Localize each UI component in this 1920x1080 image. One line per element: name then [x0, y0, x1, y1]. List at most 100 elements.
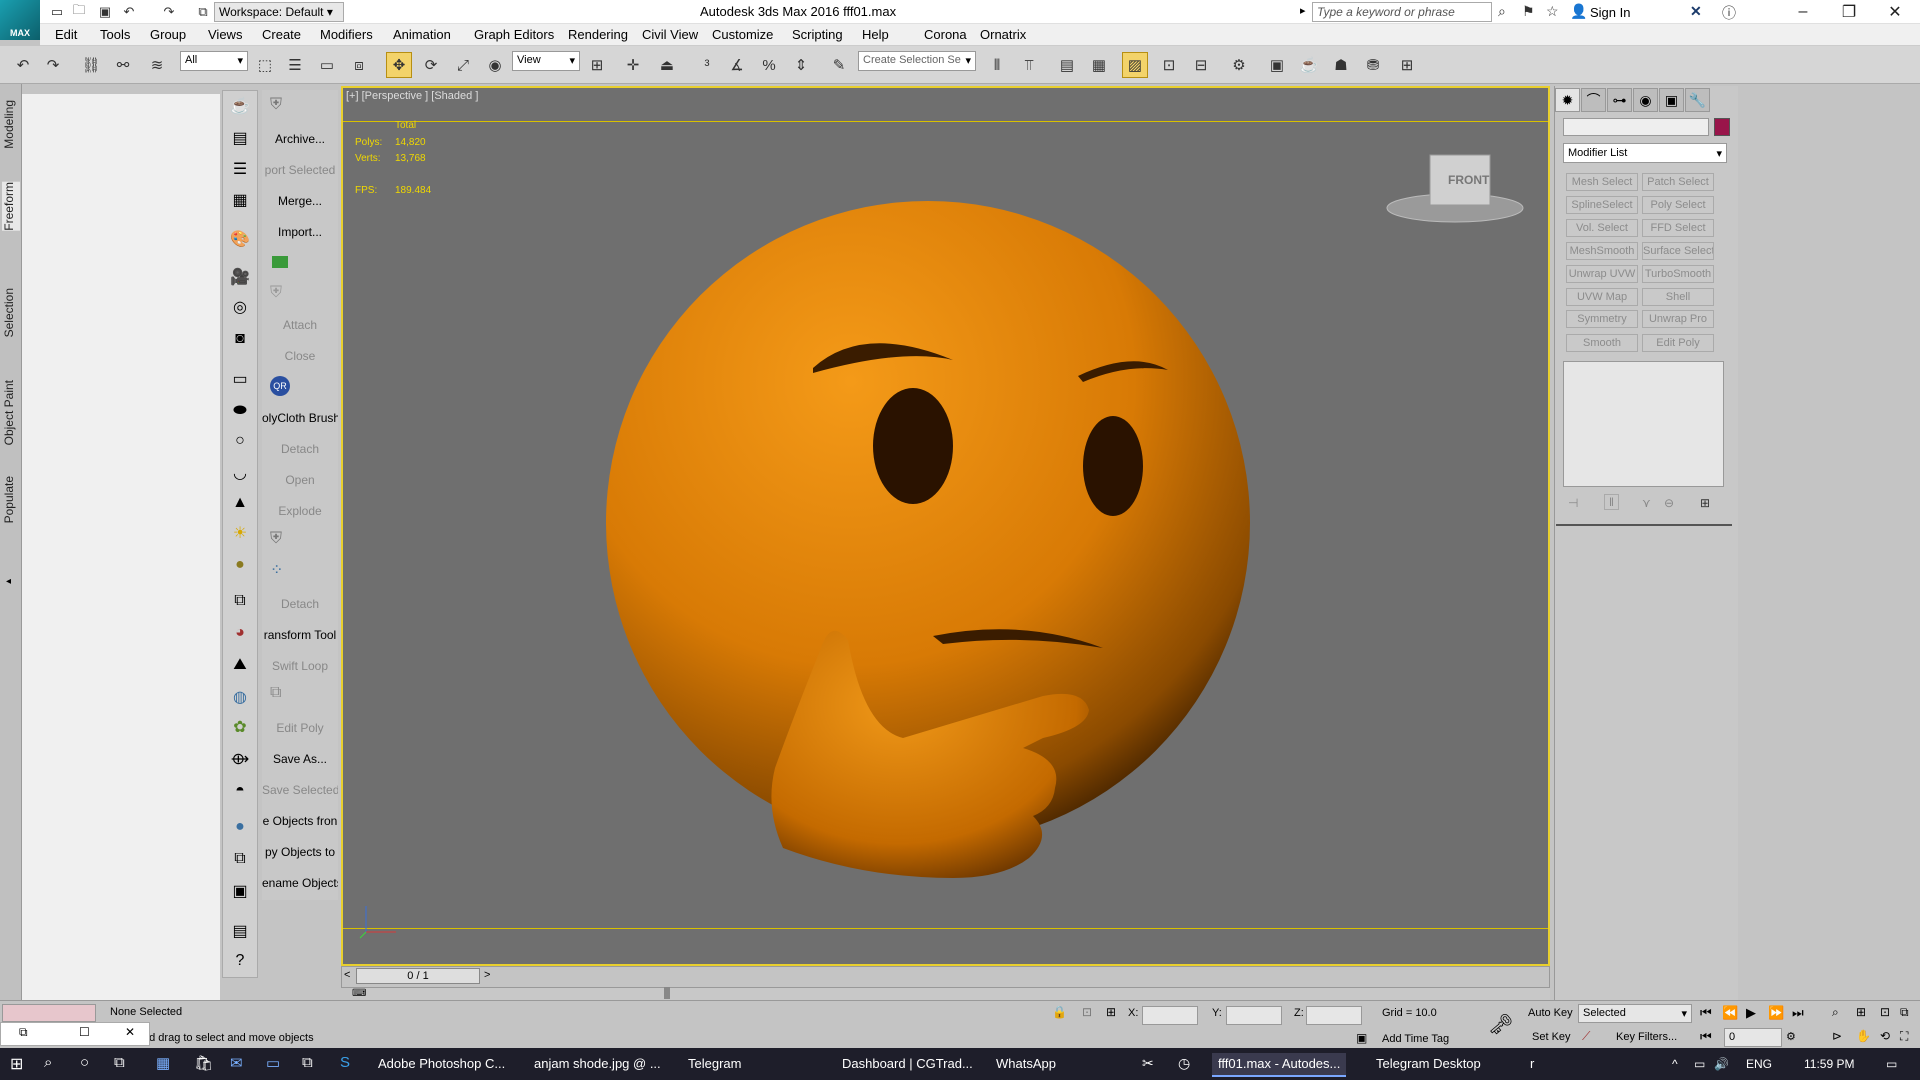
menu-modifiers[interactable]: Modifiers [320, 27, 373, 42]
ribbon-collapse-icon[interactable]: ◂ [6, 576, 11, 587]
z-coord-field[interactable] [1306, 1006, 1362, 1025]
minimize-button[interactable]: – [1780, 0, 1826, 24]
previous-frame-icon[interactable]: ⏪ [1722, 1005, 1738, 1021]
menu-tools[interactable]: Tools [100, 27, 130, 42]
sphere-icon[interactable]: ○ [229, 430, 251, 452]
viewcube[interactable] [1380, 150, 1530, 230]
select-and-rotate-icon[interactable]: ⟳ [418, 52, 444, 78]
command-explode[interactable]: Explode [262, 504, 338, 518]
teapot-icon[interactable]: ☕ [229, 95, 251, 117]
taskbar-anjam-shode[interactable]: anjam shode.jpg @ ... [528, 1053, 667, 1077]
command-swift-loop[interactable]: Swift Loop [262, 659, 338, 673]
isolate-icon[interactable]: ⊡ [1082, 1005, 1092, 1019]
grid-plane-icon[interactable]: ⧉ [229, 590, 251, 612]
tray-chevron-icon[interactable]: ^ [1672, 1057, 1678, 1071]
edit-named-selection-icon[interactable]: ✎ [826, 52, 852, 78]
scene-icon[interactable]: ▣ [229, 880, 251, 902]
configure-modifier-sets-icon[interactable]: ⊞ [1700, 496, 1710, 510]
window-crossing-icon[interactable]: ⧈ [346, 52, 372, 78]
ribbon-tab-freeform[interactable]: Freeform [2, 182, 20, 231]
ribbon-tab-object-paint[interactable]: Object Paint [2, 380, 20, 445]
modifier-list-dropdown[interactable]: Modifier List ▾ [1563, 143, 1727, 163]
geosphere-icon[interactable]: ● [229, 554, 251, 576]
material-ball-icon[interactable]: ◕ [229, 622, 251, 644]
modifier-symmetry-button[interactable]: Symmetry [1566, 310, 1638, 328]
modifier-uvw-map-button[interactable]: UVW Map [1566, 288, 1638, 306]
command-save-as[interactable]: Save As... [262, 752, 338, 766]
layer-manager-icon[interactable]: ▤ [1054, 52, 1080, 78]
tray-clock[interactable]: 11:59 PM [1804, 1057, 1854, 1071]
x-coord-field[interactable] [1142, 1006, 1198, 1025]
current-frame-field[interactable]: 0 [1724, 1028, 1782, 1047]
pivot-center-icon[interactable]: ⊞ [584, 52, 610, 78]
mountain-icon[interactable]: ⛰ [229, 654, 251, 676]
taskbar-dashboard-cgtrader[interactable]: Dashboard | CGTrad... [836, 1053, 979, 1077]
action-center-icon[interactable]: ▭ [1886, 1057, 1897, 1071]
lock-selection-icon[interactable]: 🔒 [1052, 1005, 1067, 1019]
auto-key-button[interactable]: Auto Key [1528, 1007, 1573, 1019]
select-object-icon[interactable]: ⬚ [252, 52, 278, 78]
render-icon[interactable]: ◙ [229, 328, 251, 350]
redo-icon[interactable]: ↷ [40, 52, 66, 78]
bowl-icon[interactable]: ◡ [229, 462, 251, 484]
keyboard-shortcut-toggle-icon[interactable]: ⏏ [654, 52, 680, 78]
taskbar-whatsapp[interactable]: WhatsApp [990, 1053, 1062, 1077]
list-icon[interactable]: ☰ [229, 158, 251, 180]
help-icon[interactable]: ? [229, 950, 251, 972]
command-copy-objects[interactable]: py Objects to [262, 845, 338, 859]
menu-customize[interactable]: Customize [712, 27, 773, 42]
modifier-poly-select-button[interactable]: Poly Select [1642, 196, 1714, 214]
maximize-viewport-icon[interactable]: ⛶ [1900, 1029, 1908, 1044]
go-to-end-icon[interactable]: ⏭ [1792, 1005, 1804, 1021]
absolute-mode-icon[interactable]: ⊞ [1106, 1005, 1116, 1019]
render-setup-icon[interactable]: ⚙ [1226, 52, 1252, 78]
schematic-view-icon[interactable]: ⊡ [1156, 52, 1182, 78]
motion-tab-icon[interactable]: ◉ [1633, 88, 1658, 112]
menu-scripting[interactable]: Scripting [792, 27, 843, 42]
network-icon[interactable]: ⧉ [302, 1054, 313, 1071]
command-merge[interactable]: Merge... [262, 194, 338, 208]
command-attach[interactable]: Attach [262, 318, 338, 332]
communication-center-icon[interactable]: ⚑ [1522, 3, 1535, 20]
default-key-tangent-icon[interactable]: ⟋ [1582, 1029, 1590, 1044]
camera-icon[interactable]: 🎥 [229, 266, 251, 288]
modifier-edit-poly-button[interactable]: Edit Poly [1642, 334, 1714, 352]
snaps-toggle-icon[interactable]: ³ [694, 52, 720, 78]
tray-network-icon[interactable]: ▭ [1694, 1057, 1705, 1071]
taskbar-photoshop[interactable]: Adobe Photoshop C... [372, 1053, 511, 1077]
selection-filter-dropdown[interactable]: All ▾ [180, 51, 248, 71]
redo-icon[interactable]: ↷ [160, 3, 178, 21]
command-merge-objects[interactable]: e Objects fron [262, 814, 338, 828]
modifier-shell-button[interactable]: Shell [1642, 288, 1714, 306]
command-archive[interactable]: Archive... [262, 132, 338, 146]
add-time-tag-button[interactable]: Add Time Tag [1382, 1033, 1449, 1045]
menu-group[interactable]: Group [150, 27, 186, 42]
display-tab-icon[interactable]: ▣ [1659, 88, 1684, 112]
favorites-star-icon[interactable]: ☆ [1546, 3, 1559, 20]
cortana-icon[interactable]: ○ [80, 1054, 89, 1071]
menu-corona[interactable]: Corona [924, 27, 967, 42]
modifier-stack[interactable] [1563, 361, 1724, 487]
torus-icon[interactable]: ◎ [229, 296, 251, 318]
globe-icon[interactable]: ◍ [229, 686, 251, 708]
ribbon-tab-modeling[interactable]: Modeling [2, 100, 20, 149]
settings-icon[interactable]: ▤ [229, 920, 251, 942]
curve-editor-icon[interactable]: ▨ [1122, 52, 1148, 78]
ribbon-tab-selection[interactable]: Selection [2, 288, 20, 337]
wrap-icon[interactable]: ⟴ [229, 748, 251, 770]
modifier-mesh-select-button[interactable]: Mesh Select [1566, 173, 1638, 191]
time-configuration-icon[interactable]: ⚙ [1786, 1030, 1796, 1043]
qr-icon[interactable]: QR [270, 376, 290, 396]
hierarchy-tab-icon[interactable]: ⊶ [1607, 88, 1632, 112]
cone-icon[interactable]: ▲ [229, 492, 251, 514]
render-production-icon[interactable]: ☕ [1296, 52, 1322, 78]
track-bar[interactable] [360, 988, 1550, 1000]
modify-tab-icon[interactable]: ⌒ [1581, 88, 1606, 112]
command-edit-poly[interactable]: Edit Poly [262, 721, 338, 735]
command-import[interactable]: Import... [262, 225, 338, 239]
command-detach[interactable]: Detach [262, 442, 338, 456]
render-iterative-icon[interactable]: ☗ [1328, 52, 1354, 78]
calculator-icon[interactable]: ▦ [156, 1054, 170, 1072]
texture-ball-icon[interactable]: ◓ [229, 780, 251, 802]
next-frame-icon[interactable]: ⏩ [1768, 1005, 1784, 1021]
